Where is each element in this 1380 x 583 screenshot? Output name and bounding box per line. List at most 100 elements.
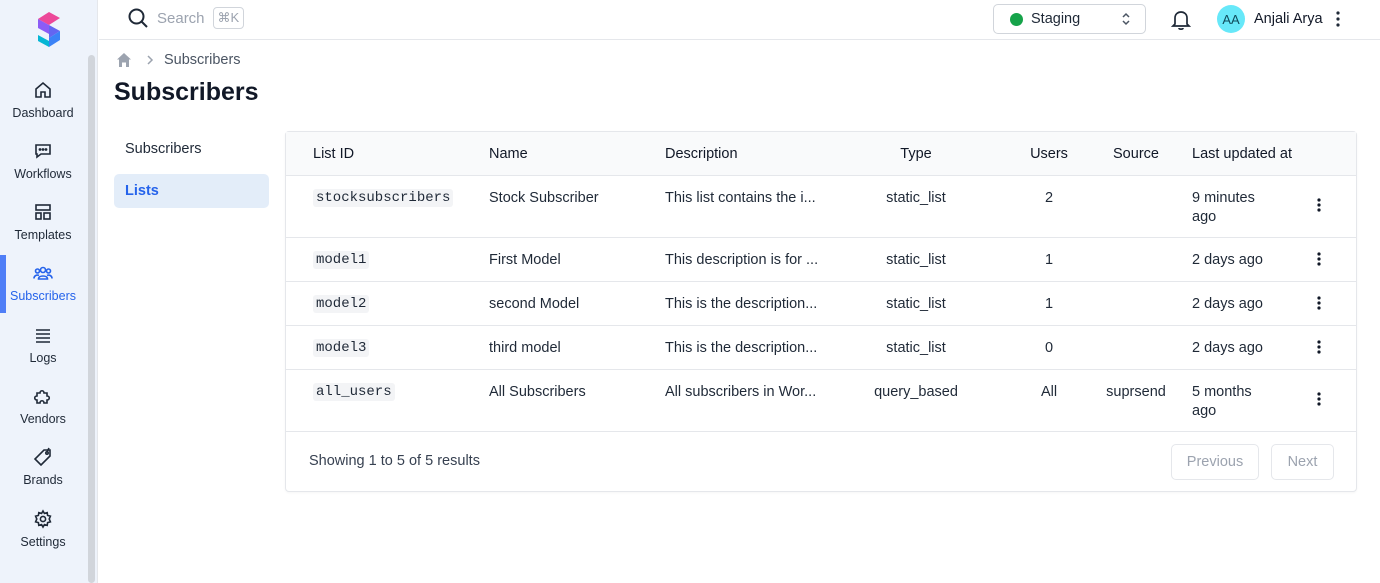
results-total: 5 [425, 453, 434, 469]
environment-label: Staging [1031, 11, 1081, 27]
table-row[interactable]: model2 second Model This is the descript… [286, 282, 1356, 326]
list-icon [33, 325, 53, 345]
user-name[interactable]: Anjali Arya [1254, 11, 1323, 27]
sidebar-item-brands[interactable]: Brands [0, 443, 86, 499]
cell-description: All subscribers in Wor... [665, 384, 817, 400]
cell-list-id: model1 [313, 251, 370, 269]
sidebar-item-settings[interactable]: Settings [0, 505, 86, 561]
sidebar-item-workflows[interactable]: Workflows [0, 137, 86, 193]
sidebar-item-label: Brands [23, 473, 63, 487]
search-shortcut-badge: ⌘K [212, 7, 245, 29]
lists-table: List ID Name Description Type Users Sour… [285, 131, 1357, 492]
sidebar-item-vendors[interactable]: Vendors [0, 382, 86, 438]
suprsend-logo-icon[interactable] [30, 10, 68, 50]
cell-source: suprsend [1106, 384, 1166, 400]
cell-last-updated: 9 minutes [1192, 190, 1255, 206]
results-from: 1 [368, 453, 377, 469]
table-header: List ID Name Description Type Users Sour… [286, 132, 1356, 176]
cell-type: static_list [886, 340, 946, 356]
avatar[interactable]: AA [1217, 5, 1245, 33]
topbar: Search ⌘K Staging AA Anjali Arya [99, 0, 1380, 40]
cell-name: All Subscribers [489, 384, 586, 400]
row-actions-icon[interactable] [1316, 295, 1322, 311]
environment-status-dot [1010, 12, 1023, 26]
bell-icon[interactable] [1171, 9, 1191, 31]
sidebar-scrollbar[interactable] [88, 55, 95, 583]
next-page-button[interactable]: Next [1271, 444, 1334, 480]
cell-description: This is the description... [665, 296, 818, 312]
cell-description: This list contains the i... [665, 190, 816, 206]
row-actions-icon[interactable] [1316, 251, 1322, 267]
table-row[interactable]: all_users All Subscribers All subscriber… [286, 370, 1356, 432]
cell-name: First Model [489, 252, 561, 268]
previous-page-button[interactable]: Previous [1171, 444, 1259, 480]
cell-last-updated-cont: ago [1192, 209, 1217, 225]
sidebar-item-label: Dashboard [12, 106, 74, 120]
breadcrumb-current[interactable]: Subscribers [164, 52, 241, 68]
cell-users: All [1040, 384, 1058, 400]
home-icon [33, 80, 53, 100]
cell-users: 1 [1044, 252, 1054, 268]
cell-type: query_based [874, 384, 958, 400]
message-icon [33, 141, 53, 161]
cell-last-updated: 2 days ago [1192, 252, 1263, 268]
puzzle-icon [33, 386, 53, 406]
sidebar-item-subscribers[interactable]: Subscribers [0, 255, 86, 315]
column-header-name: Name [489, 146, 528, 162]
cell-list-id: model2 [313, 295, 370, 313]
results-to: 5 [396, 453, 405, 469]
cell-last-updated-cont: ago [1192, 403, 1217, 419]
column-header-description: Description [665, 146, 738, 162]
cell-type: static_list [886, 252, 946, 268]
column-header-users: Users [1030, 146, 1068, 162]
sidebar: Dashboard Workflows Templates Subscriber… [0, 0, 98, 583]
table-row[interactable]: model3 third model This is the descripti… [286, 326, 1356, 370]
row-actions-icon[interactable] [1316, 339, 1322, 355]
subnav-subscribers[interactable]: Subscribers [114, 132, 269, 166]
column-header-last-updated: Last updated at [1192, 146, 1292, 162]
column-header-type: Type [900, 146, 932, 162]
cell-list-id: model3 [313, 339, 370, 357]
sidebar-item-dashboard[interactable]: Dashboard [0, 76, 86, 132]
sidebar-item-templates[interactable]: Templates [0, 198, 86, 254]
search-icon [128, 8, 148, 28]
cell-users: 2 [1044, 190, 1054, 206]
column-header-list-id: List ID [313, 146, 355, 162]
table-row[interactable]: model1 First Model This description is f… [286, 238, 1356, 282]
row-actions-icon[interactable] [1316, 391, 1322, 407]
cell-description: This is the description... [665, 340, 818, 356]
results-of-word: of [404, 453, 426, 469]
environment-select[interactable]: Staging [993, 4, 1146, 34]
cell-users: 0 [1044, 340, 1054, 356]
home-icon[interactable] [116, 52, 132, 68]
table-row[interactable]: stocksubscribers Stock Subscriber This l… [286, 176, 1356, 238]
search-placeholder: Search [157, 9, 205, 27]
subnav-lists[interactable]: Lists [114, 174, 269, 208]
row-actions-icon[interactable] [1316, 197, 1322, 213]
cell-list-id: all_users [313, 383, 395, 401]
cell-users: 1 [1044, 296, 1054, 312]
more-vertical-icon[interactable] [1335, 10, 1341, 28]
sidebar-item-logs[interactable]: Logs [0, 321, 86, 377]
results-summary: Showing 1 to 5 of 5 results [309, 453, 480, 469]
chevron-right-icon [147, 55, 154, 65]
cell-type: static_list [886, 296, 946, 312]
search-input[interactable]: Search ⌘K [127, 7, 245, 29]
tag-icon [33, 447, 53, 467]
sidebar-item-label: Workflows [14, 167, 72, 181]
layout-icon [33, 202, 53, 222]
cell-list-id: stocksubscribers [313, 189, 454, 207]
users-icon [33, 263, 53, 283]
results-prefix: Showing [309, 453, 369, 469]
cell-name: Stock Subscriber [489, 190, 599, 206]
cell-name: third model [489, 340, 561, 356]
results-to-word: to [376, 453, 397, 469]
cell-last-updated: 2 days ago [1192, 340, 1263, 356]
column-header-source: Source [1113, 146, 1159, 162]
sidebar-item-label: Logs [29, 351, 57, 365]
cell-name: second Model [489, 296, 580, 312]
gear-icon [33, 509, 53, 529]
sidebar-item-label: Subscribers [10, 289, 76, 303]
cell-last-updated: 2 days ago [1192, 296, 1263, 312]
sidebar-item-label: Templates [14, 228, 72, 242]
